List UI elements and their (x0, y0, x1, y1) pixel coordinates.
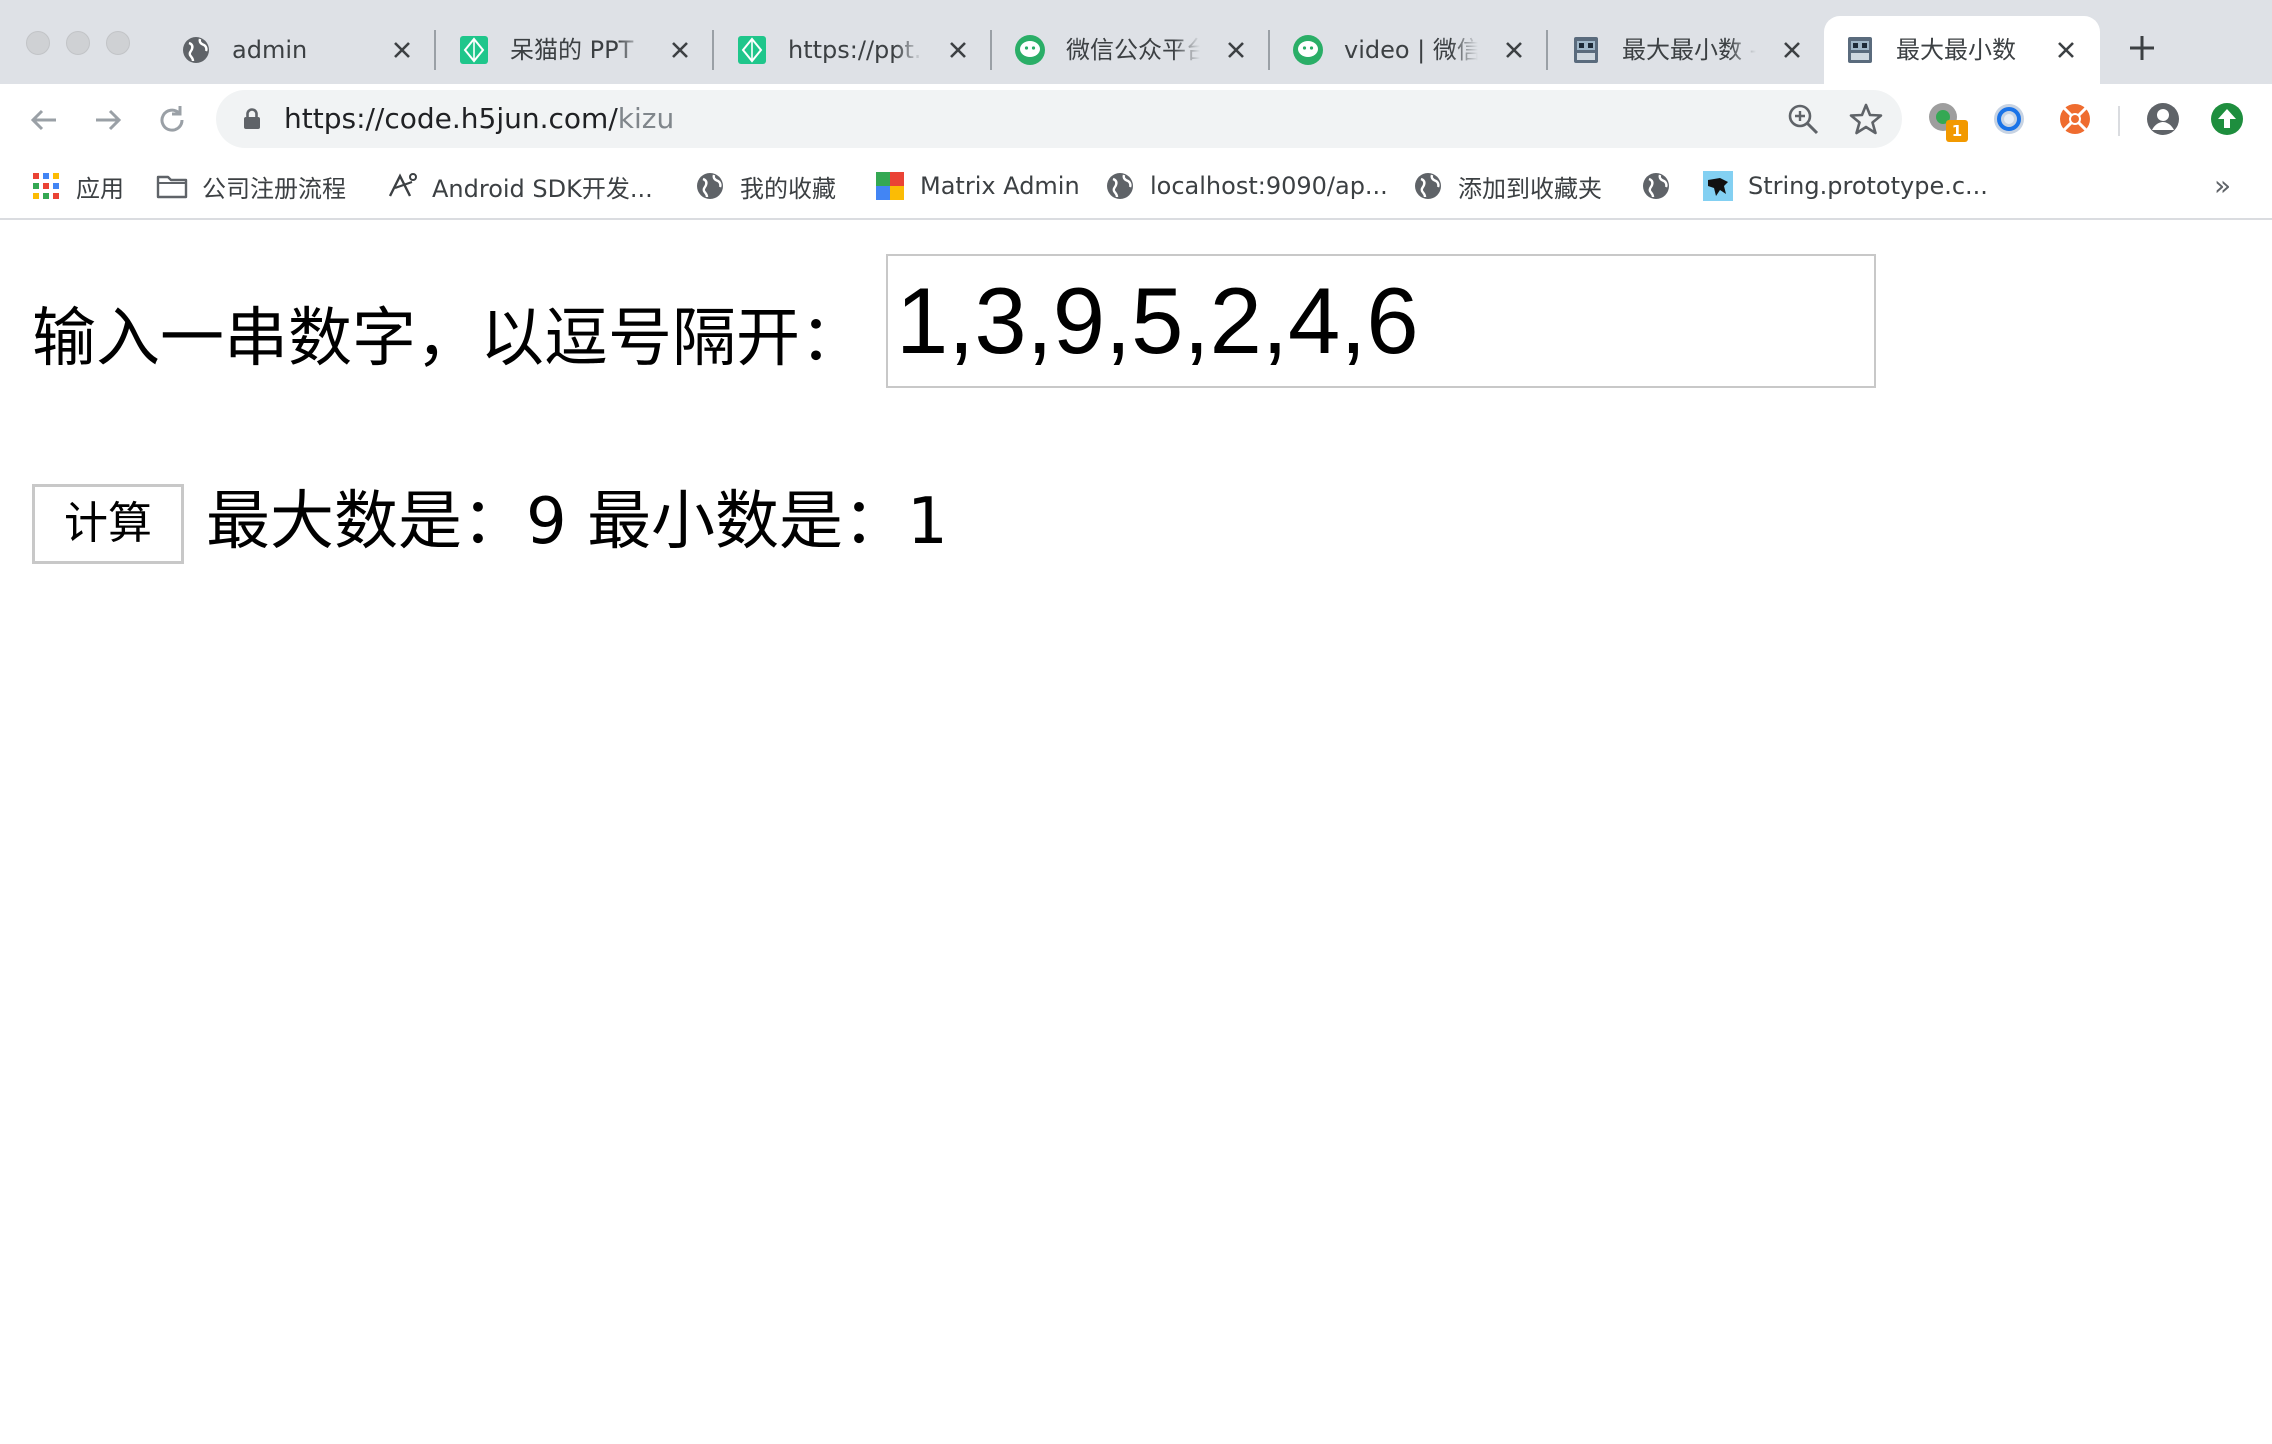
extension-blue-ring-icon[interactable] (1990, 100, 2028, 138)
matrix-admin-icon (876, 172, 904, 200)
bookmarks-bar: 应用 公司注册流程 Android SDK开发... 我的收藏 Matrix A… (0, 154, 2272, 220)
tab-title: https://ppt.ba (788, 36, 922, 64)
new-tab-plus-icon[interactable] (2122, 28, 2162, 68)
window-zoom-dot[interactable] (106, 31, 130, 55)
close-icon[interactable] (666, 36, 694, 64)
bookmark-string-prototype[interactable]: String.prototype.c... (1702, 166, 1988, 206)
tab-maxmin-1[interactable]: 最大最小数 - (1550, 16, 1826, 84)
codepen-robot-icon (1574, 37, 1598, 63)
globe-icon (183, 37, 209, 63)
close-icon[interactable] (1500, 36, 1528, 64)
update-arrow-icon[interactable] (2208, 100, 2246, 138)
bookmark-unnamed[interactable] (1640, 166, 1686, 206)
folder-icon (156, 175, 188, 199)
bookmark-apps[interactable]: 应用 (30, 166, 124, 206)
close-icon[interactable] (1778, 36, 1806, 64)
url-path: kizu (617, 102, 675, 135)
url-text[interactable]: https://code.h5jun.com/kizu (284, 102, 674, 136)
bookmark-label: 应用 (76, 174, 124, 203)
address-bar[interactable]: https://code.h5jun.com/kizu (216, 90, 1902, 148)
tab-title: admin (232, 36, 308, 64)
globe-icon (1643, 173, 1669, 199)
bookmark-star-icon[interactable] (1848, 101, 1884, 137)
ppt-green-icon (460, 36, 488, 64)
tab-title: 最大最小数 (1896, 36, 2016, 64)
max-value: 9 (526, 485, 567, 559)
wechat-icon (1015, 35, 1045, 65)
tab-maxmin-active[interactable]: 最大最小数 (1824, 16, 2100, 84)
forward-arrow-icon[interactable] (86, 98, 130, 142)
extension-orange-lifebuoy-icon[interactable] (2056, 100, 2094, 138)
close-icon[interactable] (2052, 36, 2080, 64)
bookmark-matrix-admin[interactable]: Matrix Admin (874, 166, 1080, 206)
zoom-in-icon[interactable] (1786, 102, 1820, 136)
android-sdk-icon (388, 173, 417, 197)
tab-ppt[interactable]: 呆猫的 PPT (438, 16, 714, 84)
close-icon[interactable] (388, 36, 416, 64)
tab-title: video | 微信开 (1344, 36, 1478, 64)
bookmark-label: 我的收藏 (740, 174, 836, 203)
tab-admin[interactable]: admin (160, 16, 436, 84)
bookmark-folder-company[interactable]: 公司注册流程 (156, 166, 346, 206)
tab-ppt-url[interactable]: https://ppt.ba (716, 16, 992, 84)
extension-badge: 1 (1946, 120, 1968, 142)
ppt-green-icon (738, 36, 766, 64)
mdn-dino-icon (1703, 171, 1733, 201)
bookmark-label: Matrix Admin (920, 172, 1080, 200)
input-prompt-label: 输入一串数字，以逗号隔开： (32, 302, 864, 376)
tab-title: 呆猫的 PPT (510, 36, 634, 64)
tab-strip: admin 呆猫的 PPT https://ppt.ba (0, 0, 2272, 84)
tab-title: 微信公众平台 (1066, 36, 1200, 64)
bookmark-label: 公司注册流程 (202, 174, 346, 203)
bookmark-label: String.prototype.c... (1748, 172, 1988, 200)
window-minimize-dot[interactable] (66, 31, 90, 55)
profile-avatar-icon[interactable] (2144, 100, 2182, 138)
calculate-button[interactable]: 计算 (32, 484, 184, 564)
tab-title: 最大最小数 - (1622, 36, 1756, 64)
bookmark-localhost[interactable]: localhost:9090/ap... (1104, 166, 1388, 206)
globe-icon (1107, 173, 1133, 199)
min-label: 最小数是： (587, 485, 908, 559)
back-arrow-icon[interactable] (22, 98, 66, 142)
reload-icon[interactable] (150, 98, 194, 142)
min-value: 1 (907, 485, 948, 559)
url-host: https://code.h5jun.com/ (284, 102, 618, 135)
bookmark-label: localhost:9090/ap... (1150, 172, 1388, 200)
tab-wechat-video[interactable]: video | 微信开 (1272, 16, 1548, 84)
close-icon[interactable] (944, 36, 972, 64)
bookmark-android-sdk[interactable]: Android SDK开发... (386, 166, 653, 206)
browser-toolbar: https://code.h5jun.com/kizu 1 (0, 84, 2272, 154)
tab-wechat-mp[interactable]: 微信公众平台 (994, 16, 1270, 84)
max-label: 最大数是： (206, 485, 526, 559)
numbers-input[interactable] (886, 254, 1876, 388)
bookmark-label: Android SDK开发... (432, 174, 653, 203)
globe-icon (1415, 173, 1441, 199)
bookmark-my-favorites[interactable]: 我的收藏 (694, 166, 836, 206)
wechat-icon (1293, 35, 1323, 65)
bookmark-label: 添加到收藏夹 (1458, 174, 1602, 203)
codepen-robot-icon (1848, 37, 1872, 63)
bookmarks-overflow-chevron[interactable]: » (2214, 166, 2231, 206)
lock-icon[interactable] (240, 107, 264, 131)
bookmark-add-to-favorites[interactable]: 添加到收藏夹 (1412, 166, 1602, 206)
globe-icon (697, 173, 723, 199)
extension-green-circle[interactable]: 1 (1926, 100, 1968, 142)
result-text: 最大数是：9 最小数是：1 (206, 474, 948, 570)
apps-grid-icon (33, 173, 59, 199)
window-close-dot[interactable] (26, 31, 50, 55)
page-content: 输入一串数字，以逗号隔开： 计算 最大数是：9 最小数是：1 (0, 222, 2272, 1444)
close-icon[interactable] (1222, 36, 1250, 64)
